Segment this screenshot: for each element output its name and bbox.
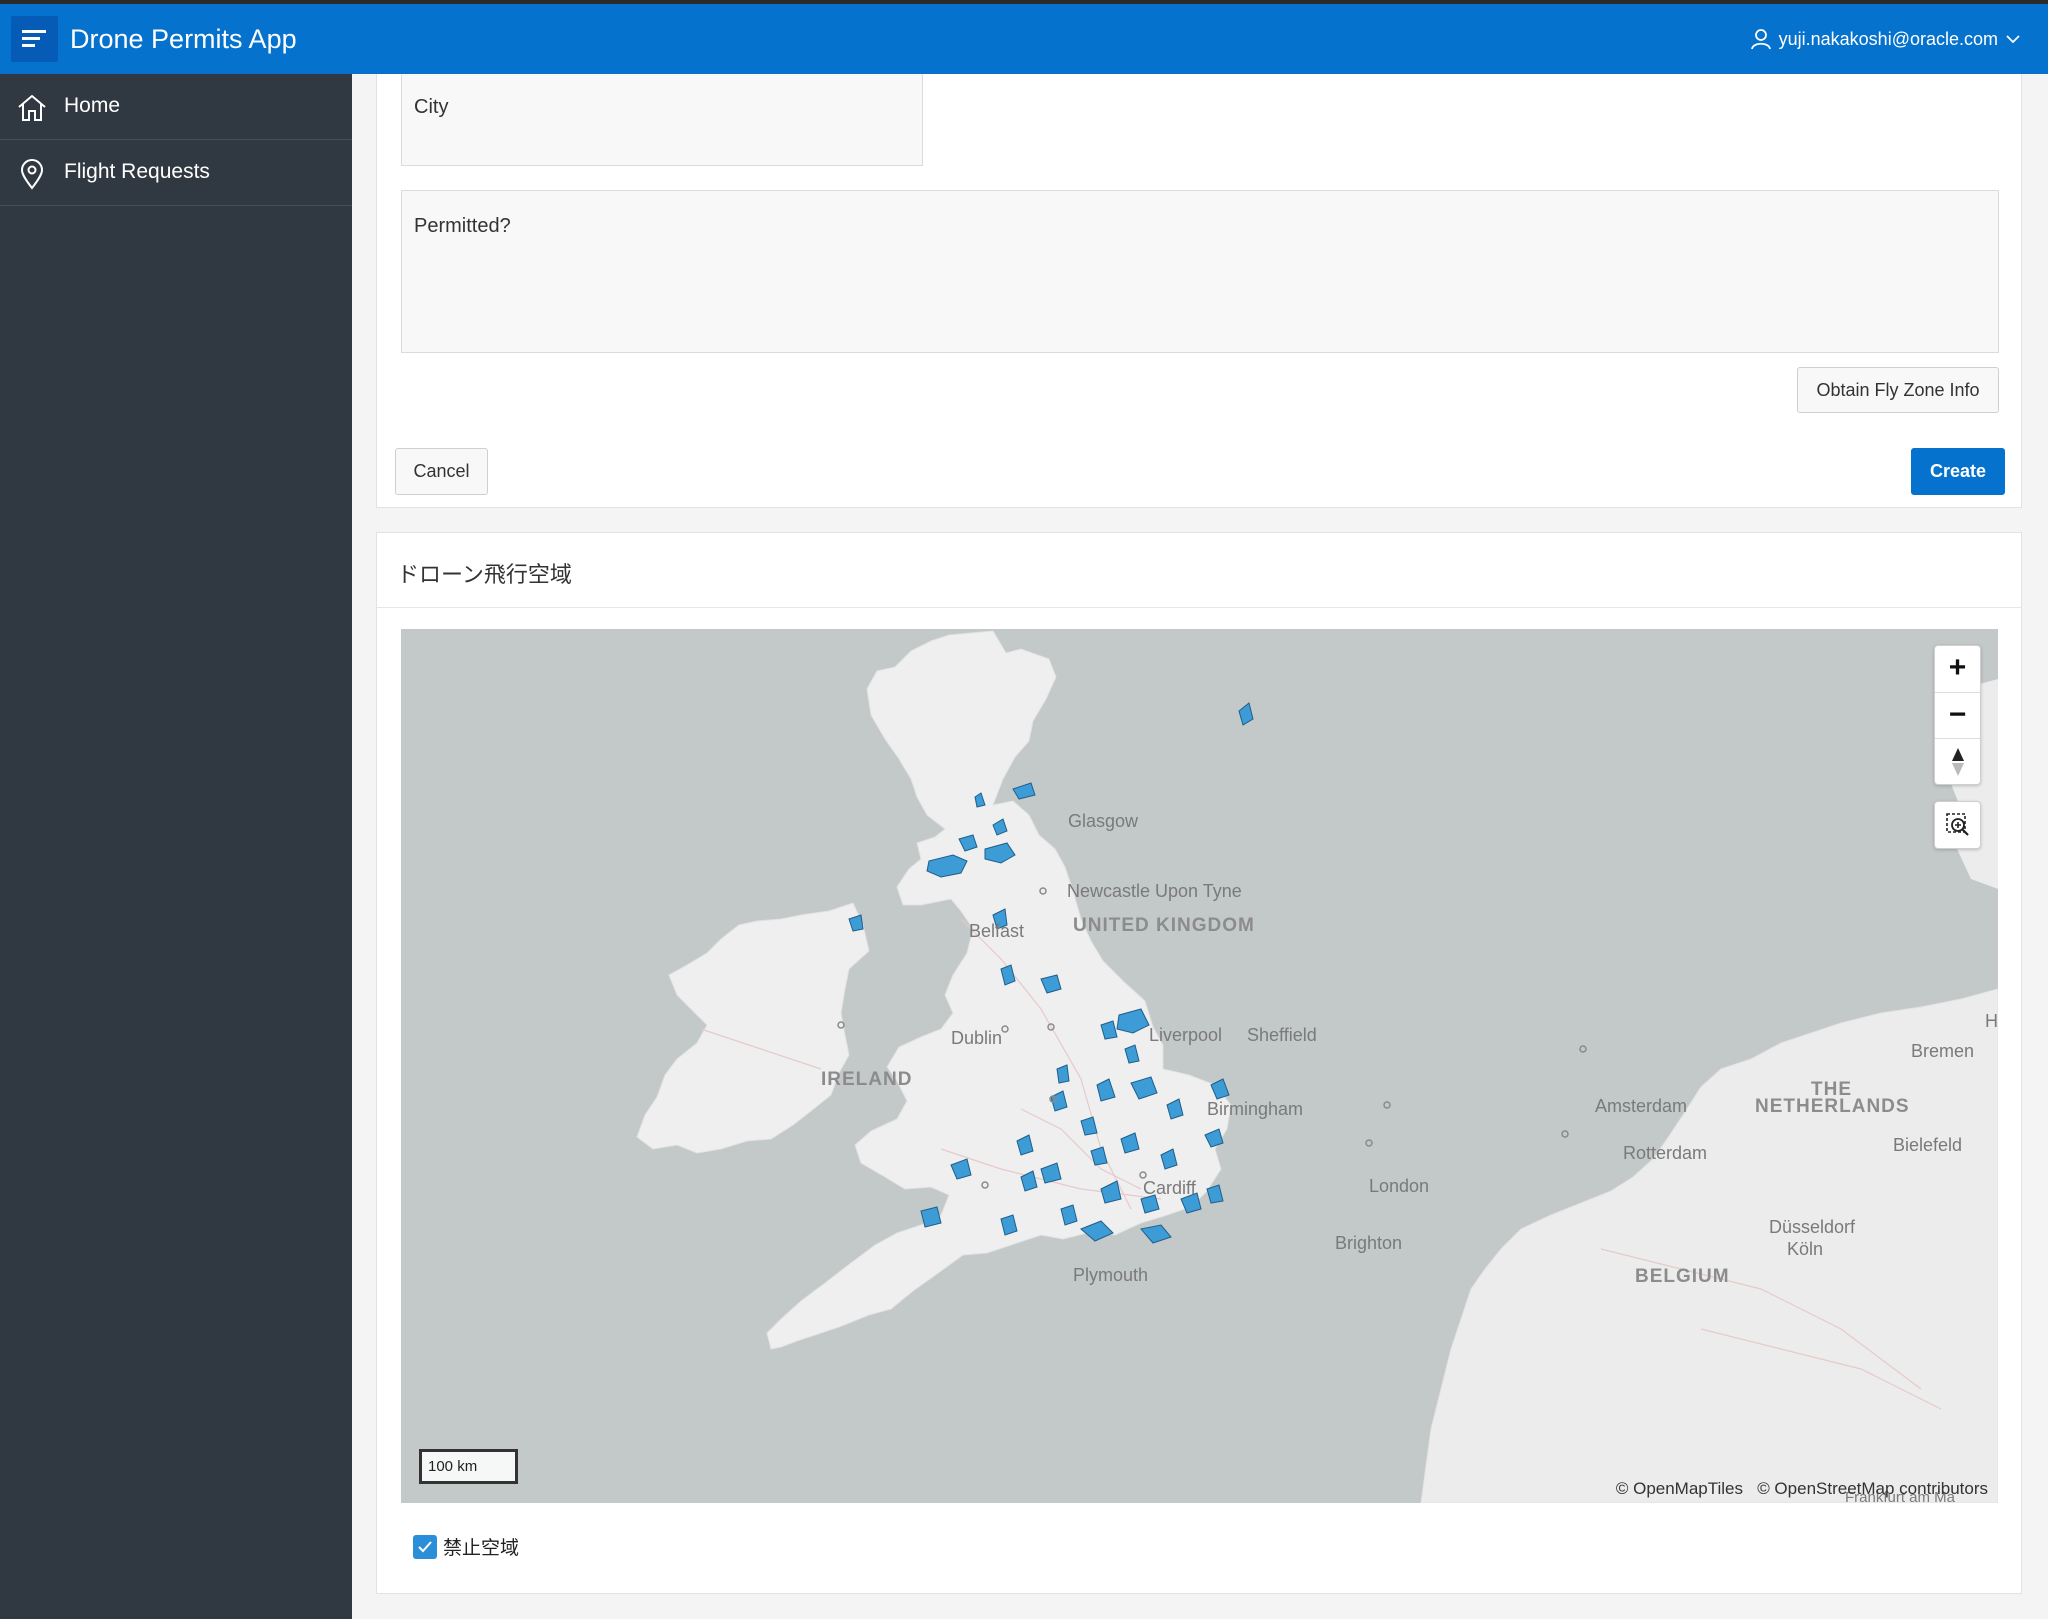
map-label-belfast: Belfast <box>969 921 1025 941</box>
sidebar-item-label: Home <box>64 94 121 117</box>
compass-icon <box>1951 748 1964 776</box>
map-label-liverpool: Liverpool <box>1149 1025 1223 1045</box>
map-label-bremen: Bremen <box>1911 1041 1975 1061</box>
compass-button[interactable] <box>1935 738 1980 784</box>
drone-airspace-region: ドローン飛行空域 Newcastle Upon Tyne Glasgow UNI… <box>376 532 2022 1594</box>
attribution-openmaptiles[interactable]: © OpenMapTiles <box>1616 1479 1743 1498</box>
city-label: City <box>414 96 449 118</box>
map-label-koln: Köln <box>1787 1239 1824 1259</box>
city-field[interactable]: City <box>401 74 923 166</box>
map-label-netherlands: NETHERLANDS <box>1755 1096 1910 1117</box>
map-label-plymouth: Plymouth <box>1073 1265 1149 1285</box>
map-legend: 禁止空域 <box>413 1533 519 1560</box>
zoom-box-control <box>1934 801 1981 849</box>
attribution-openstreetmap[interactable]: © OpenStreetMap contributors <box>1757 1479 1988 1498</box>
map-label-birmingham: Birmingham <box>1207 1099 1304 1119</box>
airspace-map[interactable]: Newcastle Upon Tyne Glasgow UNITED KINGD… <box>401 629 1998 1503</box>
app-header: Drone Permits App yuji.nakakoshi@oracle.… <box>0 4 2048 74</box>
chevron-down-icon <box>2006 35 2020 44</box>
create-button[interactable]: Create <box>1911 448 2005 495</box>
checkmark-icon <box>418 1540 432 1552</box>
continent-landmass <box>1420 988 1998 1503</box>
map-base-layer <box>636 630 1998 1503</box>
zoom-in-button[interactable]: + <box>1935 646 1980 692</box>
map-label-glasgow: Glasgow <box>1068 811 1139 831</box>
user-icon <box>1750 29 1771 50</box>
zoom-out-button[interactable]: − <box>1935 692 1980 738</box>
no-fly-zone-checkbox[interactable] <box>413 1534 437 1559</box>
map-label-united-kingdom: UNITED KINGDOM <box>1073 915 1255 936</box>
sidebar: Home Flight Requests <box>0 74 352 1619</box>
map-label-brighton: Brighton <box>1335 1233 1403 1253</box>
sidebar-item-home[interactable]: Home <box>0 74 352 140</box>
hamburger-icon <box>22 30 46 47</box>
obtain-fly-zone-info-button[interactable]: Obtain Fly Zone Info <box>1797 367 1999 413</box>
navigation-menu-button[interactable] <box>11 16 58 62</box>
map-label-amsterdam: Amsterdam <box>1595 1096 1688 1116</box>
map-label-bielefeld: Bielefeld <box>1893 1135 1963 1155</box>
map-label-edge: H <box>1985 1011 1998 1031</box>
map-scale-bar: 100 km <box>419 1449 518 1484</box>
region-title: ドローン飛行空域 <box>397 562 572 587</box>
map-pin-icon <box>20 159 44 190</box>
home-icon <box>18 94 46 121</box>
permitted-field[interactable]: Permitted? <box>401 190 1999 353</box>
zoom-box-button[interactable] <box>1935 802 1980 848</box>
ireland-landmass <box>636 902 870 1154</box>
sidebar-item-label: Flight Requests <box>64 160 210 183</box>
map-label-sheffield: Sheffield <box>1247 1025 1317 1045</box>
map-label-ireland: IRELAND <box>821 1069 913 1090</box>
zoom-box-icon <box>1945 813 1969 836</box>
map-label-belgium: BELGIUM <box>1635 1266 1730 1287</box>
app-title[interactable]: Drone Permits App <box>70 24 297 55</box>
no-fly-zone-label[interactable]: 禁止空域 <box>443 1533 519 1560</box>
user-email: yuji.nakakoshi@oracle.com <box>1778 28 1998 49</box>
map-zoom-controls: + − <box>1934 645 1981 785</box>
map-label-cardiff: Cardiff <box>1143 1178 1196 1198</box>
map-attribution: © OpenMapTiles © OpenStreetMap contribut… <box>1616 1479 1988 1499</box>
sidebar-item-flight-requests[interactable]: Flight Requests <box>0 140 352 206</box>
cancel-button[interactable]: Cancel <box>395 448 488 495</box>
map-label-dusseldorf: Düsseldorf <box>1769 1217 1856 1237</box>
region-divider <box>377 607 2021 608</box>
user-menu[interactable]: yuji.nakakoshi@oracle.com <box>1750 28 2020 50</box>
flight-request-form: City Permitted? Obtain Fly Zone Info Can… <box>376 74 2022 508</box>
map-label-newcastle: Newcastle Upon Tyne <box>1067 881 1242 901</box>
main-content: City Permitted? Obtain Fly Zone Info Can… <box>352 74 2048 1619</box>
map-label-dublin: Dublin <box>951 1028 1003 1048</box>
permitted-label: Permitted? <box>414 215 511 237</box>
map-label-london: London <box>1369 1176 1430 1196</box>
map-label-rotterdam: Rotterdam <box>1623 1143 1708 1163</box>
